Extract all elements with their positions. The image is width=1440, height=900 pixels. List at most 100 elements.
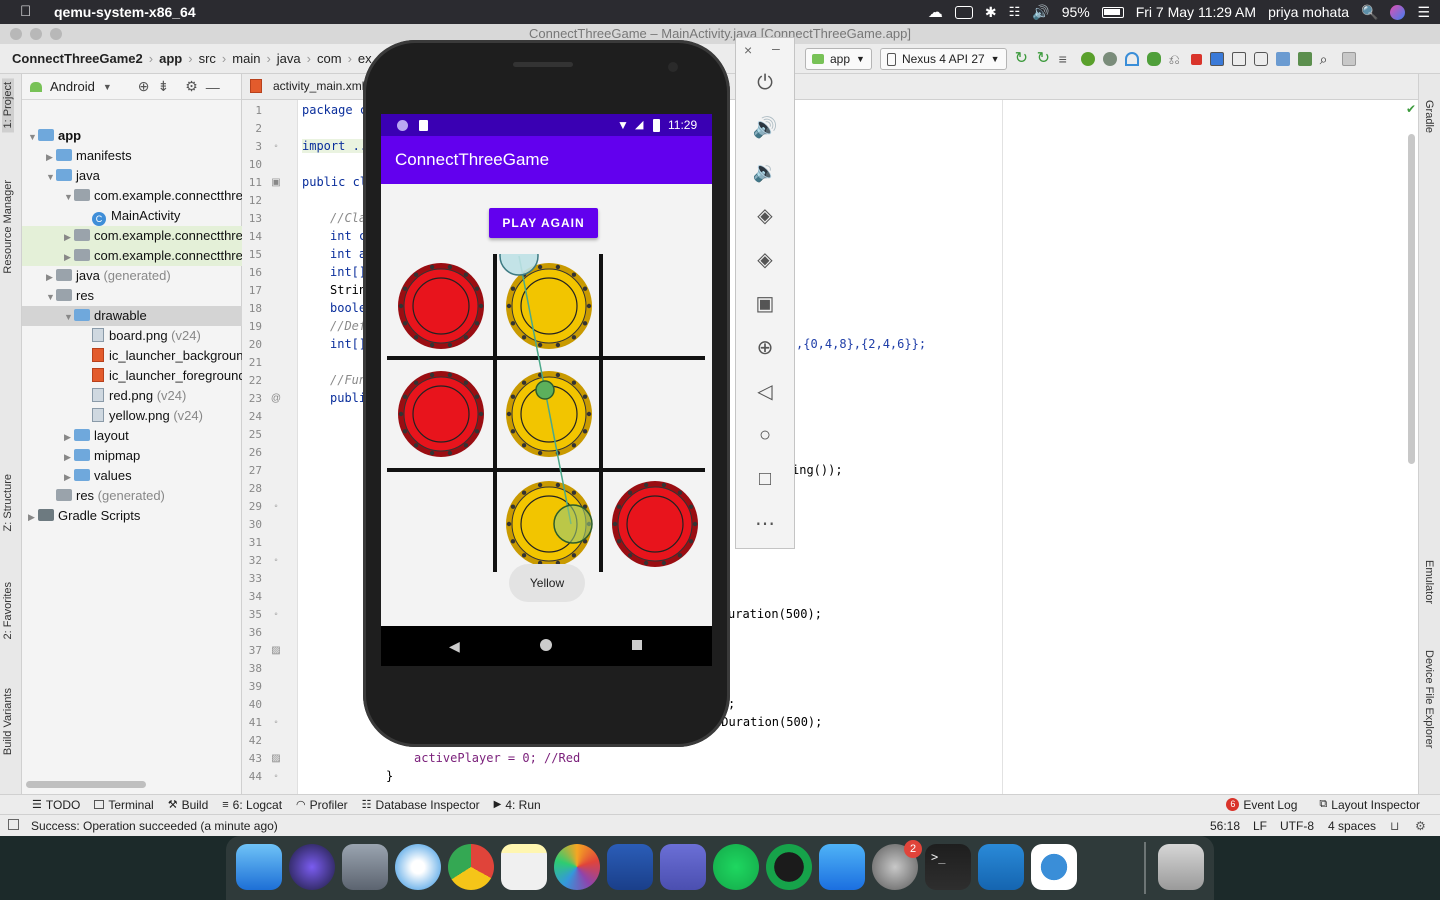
device-select[interactable]: Nexus 4 API 27 ▼ <box>879 48 1007 70</box>
android-studio-icon[interactable] <box>1031 844 1077 890</box>
chevron-right-icon[interactable]: ▶ <box>64 467 74 486</box>
volume-up-icon[interactable]: 🔊 <box>752 114 778 140</box>
rotate-right-icon[interactable]: ◈ <box>752 246 778 272</box>
back-icon[interactable]: ◀ <box>449 638 460 655</box>
tree-item[interactable]: ▼ java <box>22 166 242 186</box>
inspector-icon[interactable]: ⚙ <box>1415 819 1426 833</box>
tree-item[interactable]: ▼ com.example.connectthreegame <box>22 186 242 206</box>
menubar-datetime[interactable]: Fri 7 May 11:29 AM <box>1136 4 1256 20</box>
back-icon[interactable]: ◁ <box>752 378 778 404</box>
emulator-screen[interactable]: ▼ ◢ 11:29 ConnectThreeGame PLAY AGAIN Ye… <box>381 114 712 666</box>
system-preferences-icon[interactable]: 2 <box>872 840 922 890</box>
tab-build-variants[interactable]: Build Variants <box>2 688 14 755</box>
tab-structure[interactable]: Z: Structure <box>2 474 14 531</box>
rerun-icon[interactable]: ≡ <box>1059 52 1073 66</box>
teams-icon[interactable] <box>660 844 706 890</box>
siri-icon[interactable] <box>1390 4 1406 20</box>
tab-project[interactable]: 1: Project <box>2 78 14 133</box>
terminal-icon[interactable]: >_ <box>925 844 971 890</box>
profile-icon[interactable] <box>1124 52 1139 66</box>
trash-icon[interactable] <box>1158 844 1204 890</box>
fold-icon[interactable]: ◦ <box>270 555 282 566</box>
tab-gradle[interactable]: Gradle <box>1423 100 1435 133</box>
tree-item[interactable]: ▼ drawable <box>22 306 242 326</box>
tab-emulator[interactable]: Emulator <box>1423 560 1435 604</box>
status-toggle-icon[interactable] <box>8 819 19 830</box>
visual-studio-code-icon[interactable] <box>978 844 1024 890</box>
control-center-icon[interactable]: ☰ <box>1417 4 1430 21</box>
tree-item[interactable]: yellow.png (v24) <box>22 406 242 426</box>
minimize-window-button[interactable] <box>30 28 42 40</box>
tree-item[interactable]: ▶ values <box>22 466 242 486</box>
collapse-all-icon[interactable]: ⇟ <box>157 78 169 95</box>
project-view-select[interactable]: Android <box>50 79 95 94</box>
layout-inspector-icon[interactable] <box>1297 52 1312 66</box>
run-config-select[interactable]: app ▼ <box>805 48 872 70</box>
attach-debugger-icon[interactable] <box>1102 52 1117 66</box>
tree-item[interactable]: ▶ mipmap <box>22 446 242 466</box>
tab-resource-manager[interactable]: Resource Manager <box>2 180 14 274</box>
breadcrumb-example[interactable]: ex <box>358 51 372 66</box>
tree-item[interactable]: ▼ res <box>22 286 242 306</box>
image-preview-icon[interactable]: ▨ <box>270 753 282 764</box>
project-hscrollbar[interactable] <box>26 781 146 788</box>
cloud-icon[interactable]: ☁ <box>928 3 943 21</box>
file-encoding[interactable]: UTF-8 <box>1280 819 1314 833</box>
tree-item[interactable]: red.png (v24) <box>22 386 242 406</box>
chevron-down-icon[interactable]: ▼ <box>103 82 112 92</box>
fold-icon[interactable]: ◦ <box>270 141 282 152</box>
tool-todo[interactable]: ☰ TODO <box>32 798 80 812</box>
caret-position[interactable]: 56:18 <box>1210 819 1240 833</box>
overview-icon[interactable]: □ <box>752 466 778 492</box>
zoom-window-button[interactable] <box>50 28 62 40</box>
tool-layout-inspector[interactable]: ⧉ Layout Inspector <box>1319 798 1420 812</box>
tree-item[interactable]: ▶ java (generated) <box>22 266 242 286</box>
chevron-right-icon[interactable]: ▶ <box>46 267 56 286</box>
notes-icon[interactable] <box>501 844 547 890</box>
tool-database-inspector[interactable]: ☷ Database Inspector <box>362 798 480 812</box>
play-again-button[interactable]: PLAY AGAIN <box>489 208 598 238</box>
tool-profiler[interactable]: ◠ Profiler <box>296 798 348 812</box>
breadcrumb-src[interactable]: src <box>199 51 216 66</box>
override-icon[interactable]: @ <box>270 393 282 404</box>
airplay-icon[interactable] <box>954 5 973 19</box>
tool-terminal[interactable]: Terminal <box>94 798 154 812</box>
sdk-manager-icon[interactable] <box>1253 52 1268 66</box>
breadcrumb-java[interactable]: java <box>277 51 301 66</box>
fold-icon[interactable]: ◦ <box>270 501 282 512</box>
hide-panel-icon[interactable]: — <box>206 79 220 95</box>
tree-item[interactable]: ▼ app <box>22 126 242 146</box>
safari-icon[interactable] <box>395 844 441 890</box>
tree-item[interactable]: ▶ manifests <box>22 146 242 166</box>
tree-item[interactable]: ic_launcher_foreground.xml <box>22 366 242 386</box>
tool-build[interactable]: ⚒ Build <box>168 798 209 812</box>
tree-item[interactable]: C MainActivity <box>22 206 242 226</box>
tool-run[interactable]: ▶ 4: Run <box>494 798 541 812</box>
apple-icon[interactable]:  <box>20 4 36 20</box>
bluetooth-icon[interactable]: ✱ <box>985 4 997 21</box>
minimize-icon[interactable]: – <box>772 40 780 56</box>
tree-item[interactable]: ▶ com.example.connectthreegame (androidTe… <box>22 226 242 246</box>
account-icon[interactable] <box>1341 52 1356 66</box>
tab-favorites[interactable]: 2: Favorites <box>2 582 14 639</box>
home-icon[interactable] <box>540 639 552 651</box>
breadcrumb-app[interactable]: app <box>159 51 182 66</box>
home-icon[interactable]: ○ <box>752 422 778 448</box>
chevron-down-icon[interactable]: ▼ <box>46 167 56 186</box>
attach-process-icon[interactable] <box>1146 52 1161 66</box>
image-preview-icon[interactable]: ▨ <box>270 645 282 656</box>
chevron-right-icon[interactable]: ▶ <box>64 227 74 246</box>
more-icon[interactable]: ⋯ <box>752 510 778 536</box>
recents-icon[interactable] <box>632 640 642 650</box>
fold-icon[interactable]: ◦ <box>270 771 282 782</box>
menubar-app-name[interactable]: qemu-system-x86_64 <box>54 4 196 20</box>
spotlight-icon[interactable]: 🔍 <box>1361 4 1378 21</box>
breadcrumb-com[interactable]: com <box>317 51 342 66</box>
status-message[interactable]: Success: Operation succeeded (a minute a… <box>31 819 278 833</box>
breadcrumb-project[interactable]: ConnectThreeGame2 <box>12 51 143 66</box>
zoom-icon[interactable]: ⊕ <box>752 334 778 360</box>
chevron-down-icon[interactable]: ▼ <box>46 287 56 306</box>
chrome-icon[interactable] <box>448 844 494 890</box>
app-store-icon[interactable] <box>819 844 865 890</box>
chevron-right-icon[interactable]: ▶ <box>64 247 74 266</box>
